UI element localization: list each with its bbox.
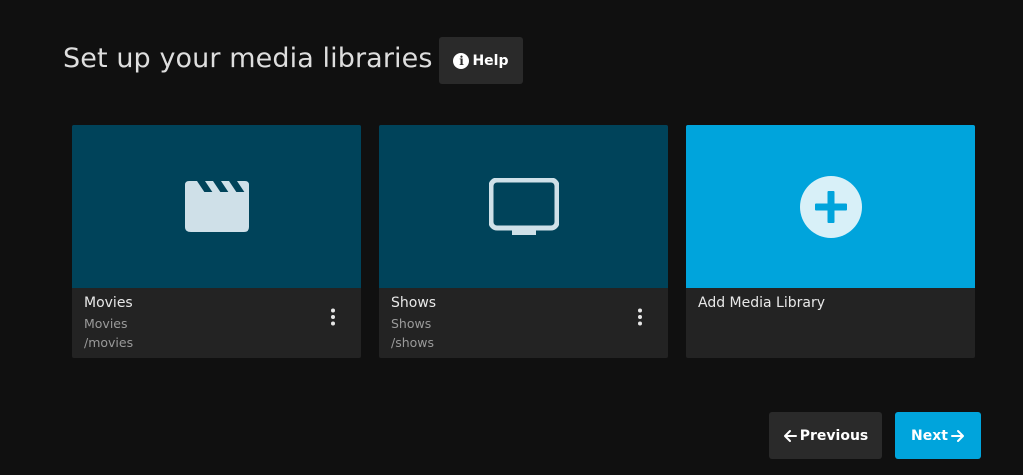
library-path: /movies [84,335,134,350]
arrow-right-icon [950,429,964,442]
library-card-movies[interactable]: Movies Movies /movies [72,125,361,358]
arrow-left-icon [783,429,797,442]
library-card-shows[interactable]: Shows Shows /shows [379,125,668,358]
previous-button[interactable]: Previous [769,412,882,459]
library-name: Movies [84,295,133,311]
media-library-setup-page: Set up your media libraries i Help Movie… [0,0,1023,475]
more-options-button[interactable] [325,305,341,329]
help-button[interactable]: i Help [439,37,523,84]
previous-button-label: Previous [799,427,869,444]
more-vert-icon [331,308,335,326]
more-options-button[interactable] [632,305,648,329]
page-title: Set up your media libraries [63,43,433,74]
info-icon: i [453,52,470,69]
library-type: Shows [391,316,432,331]
next-button[interactable]: Next [895,412,981,459]
library-type: Movies [84,316,128,331]
add-circle-icon [799,175,862,238]
library-card-image [379,125,668,288]
next-button-label: Next [911,427,948,444]
add-media-library-card[interactable]: Add Media Library [686,125,975,358]
more-vert-icon [638,308,642,326]
library-card-image [686,125,975,288]
tv-icon [488,177,559,235]
library-card-image [72,125,361,288]
movie-clapperboard-icon [184,180,249,232]
help-button-label: Help [472,52,509,69]
add-media-library-label: Add Media Library [698,295,826,311]
library-path: /shows [391,335,435,350]
library-name: Shows [391,295,437,311]
